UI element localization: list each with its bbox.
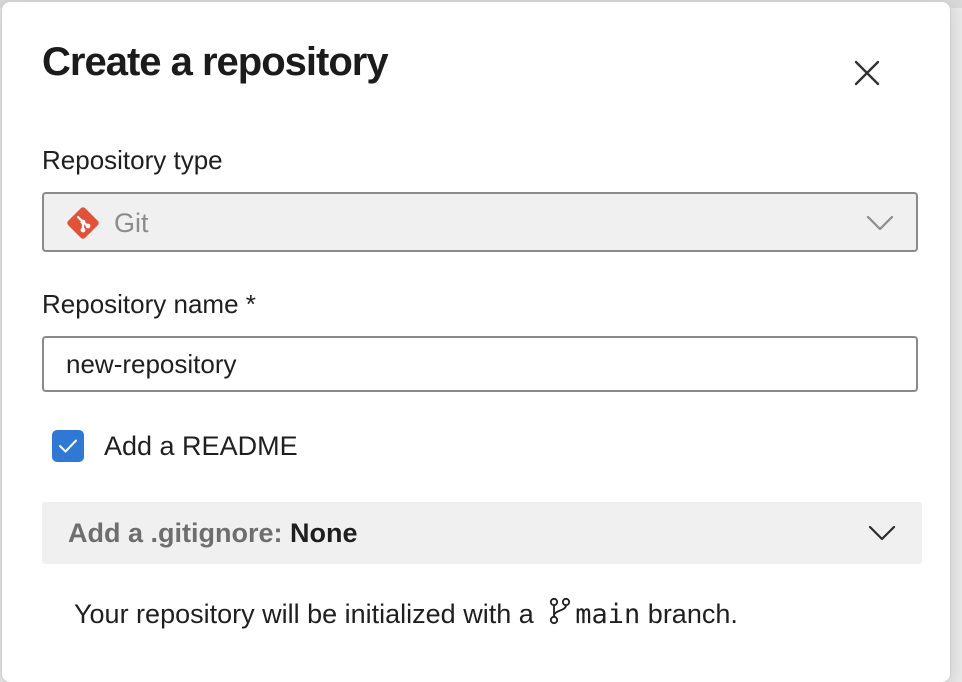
close-icon	[854, 60, 880, 86]
chevron-down-icon	[868, 525, 896, 541]
add-readme-toggle[interactable]: Add a README	[52, 430, 298, 462]
git-logo-icon	[67, 207, 99, 239]
gitignore-value: None	[290, 518, 358, 548]
gitignore-dropdown-text: Add a .gitignore: None	[68, 516, 358, 550]
repository-type-value: Git	[114, 208, 149, 238]
repository-name-label: Repository name *	[42, 289, 256, 319]
gitignore-label: Add a .gitignore:	[68, 518, 283, 548]
branch-name: main	[575, 599, 641, 630]
chevron-down-icon	[866, 215, 894, 231]
repository-type-label: Repository type	[42, 145, 223, 175]
add-readme-checkbox[interactable]	[52, 430, 84, 462]
checkmark-icon	[59, 439, 77, 453]
repository-name-input[interactable]	[42, 336, 918, 392]
branch-icon	[550, 597, 571, 625]
close-button[interactable]	[848, 54, 886, 92]
dialog-title: Create a repository	[42, 40, 389, 84]
info-text-before: Your repository will be initialized with…	[74, 599, 534, 629]
info-text-after: branch.	[647, 599, 738, 629]
add-readme-label: Add a README	[104, 430, 298, 461]
create-repository-dialog: Create a repository Repository type Git …	[2, 2, 950, 682]
initialization-info: Your repository will be initialized with…	[74, 596, 738, 633]
gitignore-dropdown[interactable]: Add a .gitignore: None	[42, 502, 922, 564]
repository-type-select[interactable]: Git	[42, 192, 918, 252]
